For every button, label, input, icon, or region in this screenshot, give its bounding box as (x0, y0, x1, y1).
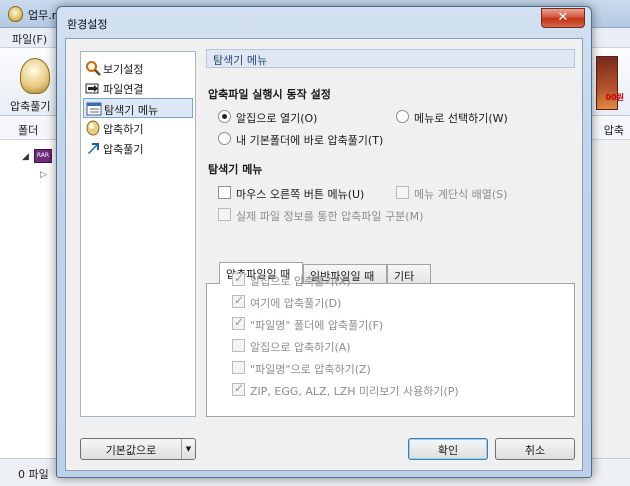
checkbox-right-click-menu[interactable]: 마우스 오른쪽 버튼 메뉴(U) (218, 185, 388, 201)
radio-label: 알집으로 열기(O) (236, 112, 318, 125)
checkbox[interactable] (218, 208, 231, 221)
extract-toolbar-icon[interactable] (20, 58, 50, 94)
dialog-title: 환경설정 (67, 18, 108, 31)
checkbox[interactable] (232, 271, 245, 286)
settings-dialog: 환경설정 ✕ 보기설정 파일연결 탐색기 메뉴 압축하기 압축풀기 탐색기 메뉴… (56, 6, 592, 478)
defaults-button-label: 기본값으로 (105, 444, 157, 457)
radio-button[interactable] (218, 110, 231, 123)
checkbox[interactable] (218, 186, 231, 199)
tab-option-preview[interactable]: ZIP, EGG, ALZ, LZH 미리보기 사용하기(P) (232, 381, 532, 398)
ok-button-label: 확인 (437, 444, 459, 457)
radio-label: 메뉴로 선택하기(W) (414, 112, 508, 125)
checkbox[interactable] (232, 293, 245, 308)
status-text: 0 파일 (18, 468, 49, 481)
checkbox[interactable] (232, 315, 245, 330)
checkbox-label: 알집으로 압축풀기(X) (250, 275, 351, 288)
alzip-app-icon (8, 6, 23, 22)
compress-icon (86, 120, 100, 136)
section-header-title: 탐색기 메뉴 (213, 54, 268, 67)
tree-collapse-icon[interactable]: ▷ (40, 170, 47, 180)
run-group-title: 압축파일 실행시 동작 설정 (208, 88, 331, 101)
cancel-button[interactable]: 취소 (495, 438, 575, 460)
column-header[interactable]: 압축 (604, 122, 624, 138)
tab-option-alzip-compress[interactable]: 알집으로 압축하기(A) (232, 338, 432, 354)
settings-sidebar: 보기설정 파일연결 탐색기 메뉴 압축하기 압축풀기 (80, 51, 196, 417)
radio-extract-default-folder[interactable]: 내 기본폴더에 바로 압축풀기(T) (218, 131, 478, 147)
dialog-body: 보기설정 파일연결 탐색기 메뉴 압축하기 압축풀기 탐색기 메뉴 압축파일 실… (65, 38, 583, 471)
checkbox[interactable] (396, 186, 409, 199)
ad-banner-text: 00원 (605, 93, 625, 102)
sidebar-item-compress[interactable]: 압축하기 (83, 118, 193, 138)
checkbox-real-file-info[interactable]: 실제 파일 정보를 통한 압축파일 구분(M) (218, 207, 478, 223)
checkbox-cascade-menu[interactable]: 메뉴 계단식 배열(S) (396, 185, 536, 201)
checkbox[interactable] (232, 339, 245, 352)
radio-open-alzip[interactable]: 알집으로 열기(O) (218, 109, 368, 125)
sidebar-item-label: 압축풀기 (103, 143, 144, 156)
file-link-icon (85, 83, 99, 94)
sidebar-item-explorer-menu[interactable]: 탐색기 메뉴 (83, 98, 193, 118)
defaults-button[interactable]: 기본값으로 ▼ (80, 438, 196, 460)
radio-select-menu[interactable]: 메뉴로 선택하기(W) (396, 109, 566, 125)
background-window-title: 업무.r (28, 9, 57, 22)
sidebar-item-label: 압축하기 (103, 123, 144, 136)
chevron-down-icon[interactable]: ▼ (181, 439, 195, 459)
radio-button[interactable] (218, 132, 231, 145)
tab-option-extract-here[interactable]: 여기에 압축풀기(D) (232, 293, 432, 310)
sidebar-item-label: 파일연결 (103, 83, 144, 96)
magnifier-icon (86, 61, 101, 76)
close-button[interactable]: ✕ (541, 8, 585, 28)
checkbox[interactable] (232, 361, 245, 374)
sidebar-item-label: 보기설정 (103, 63, 144, 76)
explorer-menu-icon (86, 102, 102, 116)
cancel-button-label: 취소 (524, 444, 546, 457)
menu-file[interactable]: 파일(F) (12, 31, 47, 47)
folder-tree: ◢ RAR ▷ (0, 140, 60, 458)
radio-button[interactable] (396, 110, 409, 123)
tab-option-extract-to-folder[interactable]: "파일명" 폴더에 압축풀기(F) (232, 315, 452, 332)
explorer-group-title: 탐색기 메뉴 (208, 163, 263, 176)
checkbox-label: "파일명" 폴더에 압축풀기(F) (250, 319, 384, 332)
ok-button[interactable]: 확인 (408, 438, 488, 460)
sidebar-item-file-association[interactable]: 파일연결 (83, 78, 193, 98)
sidebar-item-label: 탐색기 메뉴 (104, 104, 159, 117)
checkbox-label: 실제 파일 정보를 통한 압축파일 구분(M) (236, 210, 424, 223)
sidebar-item-view-settings[interactable]: 보기설정 (83, 58, 193, 78)
checkbox-label: "파일명"으로 압축하기(Z) (250, 363, 371, 376)
rar-archive-icon[interactable]: RAR (34, 149, 52, 163)
section-header: 탐색기 메뉴 (206, 49, 575, 68)
extract-toolbar-label[interactable]: 압축풀기 (10, 98, 50, 114)
checkbox[interactable] (232, 381, 245, 396)
checkbox-label: 메뉴 계단식 배열(S) (414, 188, 508, 201)
folder-label: 폴더 (18, 124, 39, 137)
tab-option-alzip-extract[interactable]: 알집으로 압축풀기(X) (232, 271, 432, 288)
checkbox-label: ZIP, EGG, ALZ, LZH 미리보기 사용하기(P) (250, 385, 459, 398)
checkbox-label: 알집으로 압축하기(A) (250, 341, 351, 354)
checkbox-label: 여기에 압축풀기(D) (250, 297, 342, 310)
close-icon: ✕ (557, 10, 569, 25)
checkbox-label: 마우스 오른쪽 버튼 메뉴(U) (236, 188, 365, 201)
sidebar-item-extract[interactable]: 압축풀기 (83, 138, 193, 158)
tab-option-compress-as-name[interactable]: "파일명"으로 압축하기(Z) (232, 360, 432, 376)
extract-arrow-icon (88, 143, 99, 154)
radio-label: 내 기본폴더에 바로 압축풀기(T) (236, 134, 384, 147)
tree-expand-icon[interactable]: ◢ (22, 152, 29, 162)
